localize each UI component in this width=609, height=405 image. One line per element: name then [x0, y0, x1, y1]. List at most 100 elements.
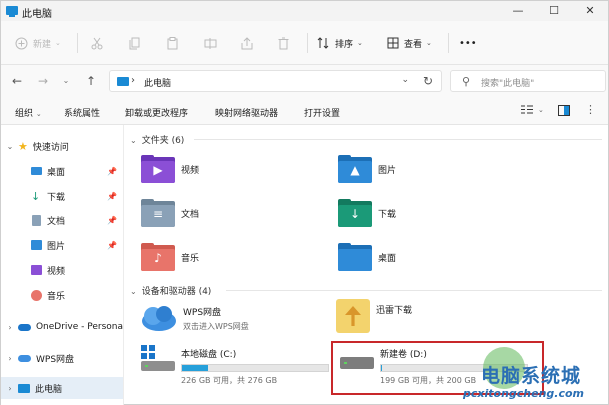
forward-button[interactable]: →	[33, 72, 53, 90]
sidebar-item-music[interactable]: 音乐	[1, 284, 123, 306]
copy-button[interactable]	[129, 33, 140, 53]
sidebar-item-desktop[interactable]: 桌面 📌	[1, 160, 123, 182]
chevron-down-icon: ⌄	[357, 39, 363, 47]
up-button[interactable]: ↑	[81, 72, 101, 90]
delete-button[interactable]	[278, 33, 289, 53]
command-bar: 新建 ⌄ 排序 ⌄ 查看 ⌄ •••	[1, 21, 608, 65]
search-input[interactable]: ⚲ 搜索"此电脑"	[450, 70, 606, 92]
open-settings-button[interactable]: 打开设置	[304, 106, 340, 119]
share-button[interactable]	[241, 33, 254, 53]
folder-music[interactable]: ♪ 音乐	[141, 243, 199, 271]
sidebar-item-quick-access[interactable]: ⌄ ★ 快速访问	[1, 135, 123, 157]
picture-folder-icon: ▲	[338, 155, 372, 183]
sidebar-item-wps[interactable]: › WPS网盘	[1, 347, 123, 369]
view-button[interactable]: 查看 ⌄	[387, 33, 432, 53]
cloud-icon	[18, 354, 31, 362]
view-icon	[387, 37, 399, 49]
more-options-button[interactable]: •••	[459, 33, 477, 53]
divider	[77, 33, 78, 53]
breadcrumb-separator: ›	[131, 75, 135, 86]
document-icon	[32, 214, 41, 226]
chevron-down-icon: ⌄	[426, 39, 432, 47]
new-button[interactable]: 新建 ⌄	[15, 33, 61, 53]
sidebar-item-label: 音乐	[47, 291, 66, 302]
device-xunlei[interactable]: 迅雷下载	[336, 299, 412, 333]
close-button[interactable]: ✕	[572, 1, 608, 21]
address-bar[interactable]: › 此电脑 ⌄ ↻	[109, 70, 442, 92]
folder-downloads[interactable]: ↓ 下载	[338, 199, 396, 227]
divider	[194, 139, 602, 140]
chevron-right-icon: ›	[8, 353, 12, 363]
sort-button[interactable]: 排序 ⌄	[317, 33, 363, 53]
folder-videos[interactable]: ▶ 视频	[141, 155, 199, 183]
paste-button[interactable]	[167, 33, 178, 53]
search-icon: ⚲	[462, 75, 471, 88]
window-title: 此电脑	[22, 9, 52, 20]
folder-desktop[interactable]: 桌面	[338, 243, 396, 271]
sidebar-item-label: 快速访问	[32, 142, 69, 153]
star-icon: ★	[18, 139, 28, 153]
pin-icon[interactable]: 📌	[107, 167, 117, 176]
system-properties-button[interactable]: 系统属性	[64, 106, 100, 119]
section-header-devices[interactable]: ⌄ 设备和驱动器 (4)	[130, 284, 211, 297]
device-name: 迅雷下载	[376, 306, 413, 316]
sidebar-item-label: 桌面	[47, 167, 66, 178]
sidebar-item-videos[interactable]: 视频	[1, 259, 123, 281]
download-icon: ↓	[31, 189, 41, 203]
rename-button[interactable]	[204, 33, 217, 53]
copy-icon	[129, 37, 140, 49]
folder-pictures[interactable]: ▲ 图片	[338, 155, 396, 183]
document-folder-icon: ≡	[141, 199, 175, 227]
desktop-folder-icon	[338, 243, 372, 271]
folder-label: 下载	[378, 209, 397, 220]
title-bar: 此电脑 — ☐ ✕	[1, 1, 608, 21]
minimize-button[interactable]: —	[500, 1, 536, 21]
folder-documents[interactable]: ≡ 文档	[141, 199, 199, 227]
cloud-icon	[142, 306, 176, 331]
layout-icon[interactable]	[520, 104, 534, 118]
divider	[448, 33, 449, 53]
back-button[interactable]: ←	[7, 72, 27, 90]
uninstall-programs-button[interactable]: 卸载或更改程序	[125, 106, 188, 119]
breadcrumb-this-pc[interactable]: 此电脑	[144, 76, 171, 89]
preview-pane-icon[interactable]	[558, 105, 570, 119]
device-drive-c[interactable]: 本地磁盘 (C:) 226 GB 可用，共 276 GB	[141, 345, 329, 386]
watermark-title: 电脑系统城	[481, 365, 582, 387]
more-options-icon[interactable]: ⋮	[585, 103, 596, 116]
divider	[307, 33, 308, 53]
sidebar-item-onedrive[interactable]: › OneDrive - Persona	[1, 316, 123, 338]
chevron-down-icon[interactable]: ⌄	[538, 106, 544, 114]
chevron-down-icon[interactable]: ⌄	[401, 75, 409, 85]
refresh-icon[interactable]: ↻	[423, 74, 433, 88]
sidebar-item-this-pc[interactable]: › 此电脑	[1, 377, 123, 399]
chevron-down-icon: ⌄	[130, 287, 137, 296]
section-header-folders[interactable]: ⌄ 文件夹 (6)	[130, 133, 184, 146]
pin-icon[interactable]: 📌	[107, 241, 117, 250]
plus-circle-icon	[15, 37, 28, 49]
xunlei-download-icon	[336, 299, 370, 333]
sidebar-item-documents[interactable]: 文档 📌	[1, 209, 123, 231]
cut-button[interactable]	[91, 33, 103, 53]
map-network-drive-button[interactable]: 映射网络驱动器	[215, 106, 278, 119]
watermark-url: pcxitongcheng.com	[463, 387, 585, 400]
share-icon	[241, 36, 253, 49]
sort-icon	[317, 37, 329, 49]
pin-icon[interactable]: 📌	[107, 192, 117, 201]
folder-label: 音乐	[181, 253, 200, 264]
rename-icon	[204, 37, 217, 49]
sidebar-item-label: 图片	[47, 241, 66, 252]
sidebar-item-downloads[interactable]: ↓ 下载 📌	[1, 185, 123, 207]
sidebar-item-label: 视频	[47, 266, 66, 277]
usage-bar	[181, 364, 329, 372]
navigation-pane: ⌄ ★ 快速访问 桌面 📌 ↓ 下载 📌 文档 📌 图片 📌 视频 音乐 › O…	[1, 125, 123, 405]
this-pc-icon	[6, 6, 18, 17]
pin-icon[interactable]: 📌	[107, 216, 117, 225]
maximize-button[interactable]: ☐	[536, 1, 572, 21]
folder-label: 桌面	[378, 253, 397, 264]
recent-locations-button[interactable]: ⌄	[56, 72, 76, 90]
search-placeholder: 搜索"此电脑"	[481, 79, 535, 89]
device-wps[interactable]: WPS网盘 双击进入WPS网盘	[139, 303, 249, 333]
chevron-right-icon: ›	[8, 322, 12, 332]
organize-menu[interactable]: 组织 ⌄	[15, 106, 42, 119]
sidebar-item-pictures[interactable]: 图片 📌	[1, 234, 123, 256]
